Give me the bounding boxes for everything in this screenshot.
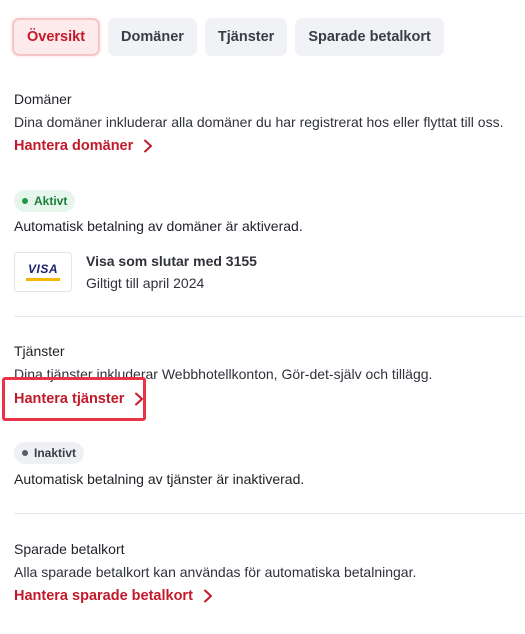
visa-logo: VISA bbox=[14, 252, 72, 292]
domains-status-text-row: Automatisk betalning av domäner är aktiv… bbox=[14, 218, 525, 234]
manage-domains-link[interactable]: Hantera domäner bbox=[14, 138, 155, 154]
manage-saved-cards-label: Hantera sparade betalkort bbox=[14, 588, 193, 604]
tab-bar: Översikt Domäner Tjänster Sparade betalk… bbox=[12, 18, 444, 56]
manage-services-link[interactable]: Hantera tjänster bbox=[14, 391, 146, 407]
chevron-right-icon bbox=[203, 589, 212, 603]
domains-section: Domäner Dina domäner inkluderar alla dom… bbox=[14, 91, 525, 130]
domains-title: Domäner bbox=[14, 91, 72, 107]
tab-domains[interactable]: Domäner bbox=[108, 18, 197, 56]
domains-status-text: Automatisk betalning av domäner är aktiv… bbox=[14, 218, 303, 234]
services-section: Tjänster Dina tjänster inkluderar Webbho… bbox=[14, 343, 525, 382]
chevron-right-icon bbox=[135, 392, 144, 406]
status-badge-label: Aktivt bbox=[34, 194, 68, 208]
dot-icon bbox=[22, 198, 28, 204]
domains-link-row: Hantera domäner bbox=[14, 137, 525, 155]
saved-cards-description: Alla sparade betalkort kan användas för … bbox=[14, 564, 417, 580]
services-title: Tjänster bbox=[14, 343, 65, 359]
saved-cards-section: Sparade betalkort Alla sparade betalkort… bbox=[14, 541, 525, 580]
card-expiry: Giltigt till april 2024 bbox=[86, 275, 205, 291]
divider bbox=[14, 316, 525, 317]
visa-brand: VISA bbox=[27, 262, 58, 276]
tab-overview[interactable]: Översikt bbox=[12, 18, 101, 56]
status-badge-label: Inaktivt bbox=[34, 446, 77, 460]
card-name: Visa som slutar med 3155 bbox=[86, 253, 257, 269]
visa-stripe bbox=[26, 278, 60, 281]
manage-services-label: Hantera tjänster bbox=[14, 391, 125, 407]
saved-cards-link-row: Hantera sparade betalkort bbox=[14, 587, 525, 605]
services-status-text-row: Automatisk betalning av tjänster är inak… bbox=[14, 471, 525, 487]
manage-saved-cards-link[interactable]: Hantera sparade betalkort bbox=[14, 588, 215, 604]
card-info: Visa som slutar med 3155 Giltigt till ap… bbox=[86, 253, 257, 291]
domains-status: Aktivt bbox=[14, 190, 525, 212]
saved-cards-title: Sparade betalkort bbox=[14, 541, 125, 557]
status-badge-inactive: Inaktivt bbox=[14, 442, 85, 464]
manage-domains-label: Hantera domäner bbox=[14, 138, 134, 154]
services-description: Dina tjänster inkluderar Webbhotellkonto… bbox=[14, 366, 433, 382]
tab-saved-cards[interactable]: Sparade betalkort bbox=[295, 18, 444, 56]
chevron-right-icon bbox=[144, 139, 153, 153]
dot-icon bbox=[22, 450, 28, 456]
tab-services[interactable]: Tjänster bbox=[204, 18, 288, 56]
divider bbox=[14, 513, 525, 514]
saved-card: VISA Visa som slutar med 3155 Giltigt ti… bbox=[14, 252, 257, 292]
services-status: Inaktivt bbox=[14, 442, 525, 464]
services-status-text: Automatisk betalning av tjänster är inak… bbox=[14, 471, 305, 487]
domains-description: Dina domäner inkluderar alla domäner du … bbox=[14, 114, 504, 130]
services-link-row: Hantera tjänster bbox=[14, 390, 525, 408]
status-badge-active: Aktivt bbox=[14, 190, 76, 212]
